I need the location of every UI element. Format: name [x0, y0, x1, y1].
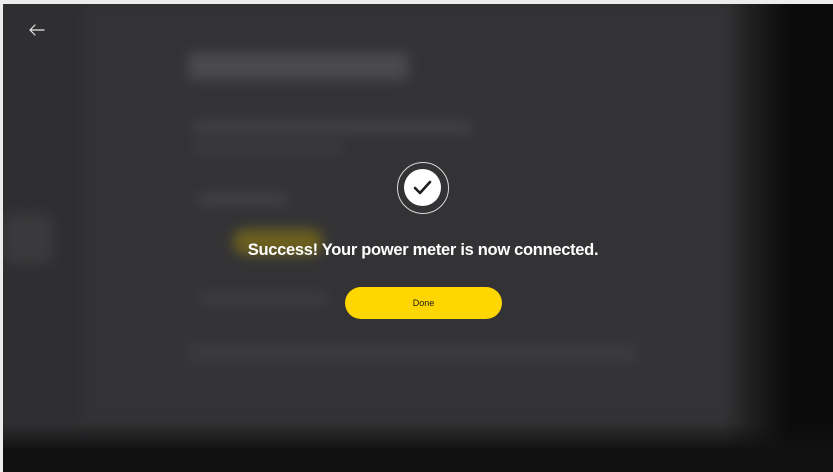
checkmark-icon [413, 180, 432, 195]
checkmark-disc [404, 169, 441, 206]
success-message: Success! Your power meter is now connect… [247, 241, 599, 259]
done-button-label: Done [412, 298, 435, 308]
done-button[interactable]: Done [345, 287, 502, 319]
app-screen: Success! Your power meter is now connect… [3, 4, 833, 472]
checkmark-circle-icon [397, 162, 449, 214]
success-dialog: Success! Your power meter is now connect… [3, 4, 833, 472]
